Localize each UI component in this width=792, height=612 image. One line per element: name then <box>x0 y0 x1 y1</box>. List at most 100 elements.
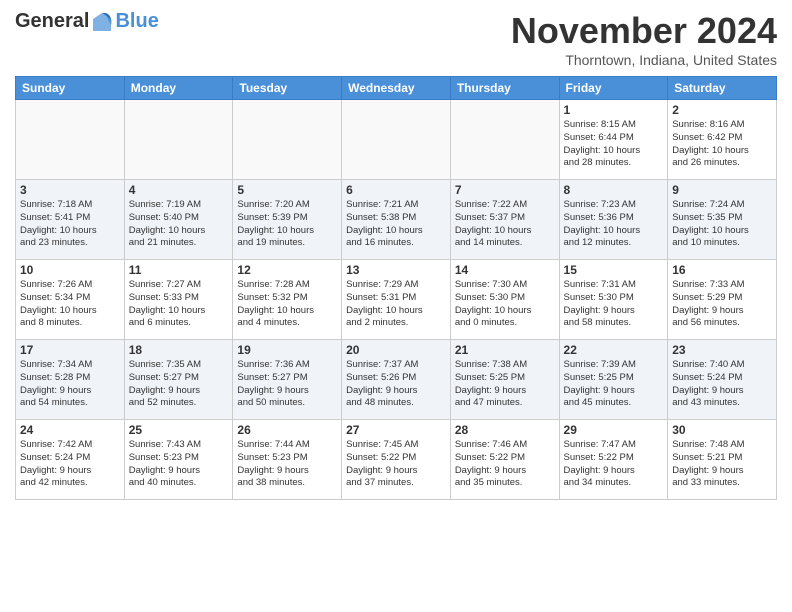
day-number: 21 <box>455 343 555 357</box>
calendar-day: 5Sunrise: 7:20 AM Sunset: 5:39 PM Daylig… <box>233 180 342 260</box>
day-info: Sunrise: 7:40 AM Sunset: 5:24 PM Dayligh… <box>672 359 772 410</box>
day-number: 11 <box>129 263 229 277</box>
calendar-header-row: SundayMondayTuesdayWednesdayThursdayFrid… <box>16 77 777 100</box>
day-info: Sunrise: 7:47 AM Sunset: 5:22 PM Dayligh… <box>564 439 664 490</box>
day-number: 1 <box>564 103 664 117</box>
weekday-header: Tuesday <box>233 77 342 100</box>
calendar-day: 22 Sunrise: 7:39 AM Sunset: 5:25 PM Dayli… <box>559 340 668 420</box>
calendar-day: 28 Sunrise: 7:46 AM Sunset: 5:22 PM Dayli… <box>450 420 559 500</box>
day-number: 3 <box>20 183 120 197</box>
month-title: November 2024 <box>511 10 777 52</box>
day-number: 10 <box>20 263 120 277</box>
weekday-header: Thursday <box>450 77 559 100</box>
day-number: 22 <box>564 343 664 357</box>
day-info: Sunrise: 7:28 AM Sunset: 5:32 PM Dayligh… <box>237 279 337 330</box>
day-number: 13 <box>346 263 446 277</box>
weekday-header: Sunday <box>16 77 125 100</box>
calendar-empty <box>342 100 451 180</box>
calendar-day: 23Sunrise: 7:40 AM Sunset: 5:24 PM Dayli… <box>668 340 777 420</box>
day-info: Sunrise: 7:39 AM Sunset: 5:25 PM Dayligh… <box>564 359 664 410</box>
logo-general: General <box>15 10 89 33</box>
day-number: 9 <box>672 183 772 197</box>
day-info: Sunrise: 7:26 AM Sunset: 5:34 PM Dayligh… <box>20 279 120 330</box>
weekday-header: Monday <box>124 77 233 100</box>
calendar-empty <box>124 100 233 180</box>
day-number: 7 <box>455 183 555 197</box>
calendar-week-row: 3 Sunrise: 7:18 AM Sunset: 5:41 PM Daylig… <box>16 180 777 260</box>
day-number: 24 <box>20 423 120 437</box>
logo-icon <box>91 11 113 33</box>
calendar-day: 24 Sunrise: 7:42 AM Sunset: 5:24 PM Dayli… <box>16 420 125 500</box>
calendar-day: 4 Sunrise: 7:19 AM Sunset: 5:40 PM Daylig… <box>124 180 233 260</box>
day-info: Sunrise: 7:29 AM Sunset: 5:31 PM Dayligh… <box>346 279 446 330</box>
location: Thorntown, Indiana, United States <box>511 52 777 68</box>
calendar-day: 7 Sunrise: 7:22 AM Sunset: 5:37 PM Daylig… <box>450 180 559 260</box>
logo-blue: Blue <box>115 10 158 33</box>
calendar-day: 26Sunrise: 7:44 AM Sunset: 5:23 PM Dayli… <box>233 420 342 500</box>
calendar-empty <box>233 100 342 180</box>
calendar-day: 10 Sunrise: 7:26 AM Sunset: 5:34 PM Dayli… <box>16 260 125 340</box>
day-number: 28 <box>455 423 555 437</box>
calendar-day: 30Sunrise: 7:48 AM Sunset: 5:21 PM Dayli… <box>668 420 777 500</box>
calendar-day: 13 Sunrise: 7:29 AM Sunset: 5:31 PM Dayli… <box>342 260 451 340</box>
day-info: Sunrise: 7:21 AM Sunset: 5:38 PM Dayligh… <box>346 199 446 250</box>
day-info: Sunrise: 7:30 AM Sunset: 5:30 PM Dayligh… <box>455 279 555 330</box>
calendar-day: 6 Sunrise: 7:21 AM Sunset: 5:38 PM Daylig… <box>342 180 451 260</box>
day-info: Sunrise: 7:35 AM Sunset: 5:27 PM Dayligh… <box>129 359 229 410</box>
calendar-day: 8 Sunrise: 7:23 AM Sunset: 5:36 PM Daylig… <box>559 180 668 260</box>
calendar-day: 17 Sunrise: 7:34 AM Sunset: 5:28 PM Dayli… <box>16 340 125 420</box>
day-info: Sunrise: 7:33 AM Sunset: 5:29 PM Dayligh… <box>672 279 772 330</box>
calendar-week-row: 24 Sunrise: 7:42 AM Sunset: 5:24 PM Dayli… <box>16 420 777 500</box>
page: General Blue November 2024 Thorntown, In… <box>0 0 792 612</box>
day-info: Sunrise: 7:18 AM Sunset: 5:41 PM Dayligh… <box>20 199 120 250</box>
day-info: Sunrise: 7:46 AM Sunset: 5:22 PM Dayligh… <box>455 439 555 490</box>
day-info: Sunrise: 7:22 AM Sunset: 5:37 PM Dayligh… <box>455 199 555 250</box>
calendar-week-row: 10 Sunrise: 7:26 AM Sunset: 5:34 PM Dayli… <box>16 260 777 340</box>
calendar-empty <box>16 100 125 180</box>
day-info: Sunrise: 8:15 AM Sunset: 6:44 PM Dayligh… <box>564 119 664 170</box>
day-info: Sunrise: 7:27 AM Sunset: 5:33 PM Dayligh… <box>129 279 229 330</box>
day-info: Sunrise: 7:45 AM Sunset: 5:22 PM Dayligh… <box>346 439 446 490</box>
day-number: 15 <box>564 263 664 277</box>
day-number: 8 <box>564 183 664 197</box>
day-info: Sunrise: 7:37 AM Sunset: 5:26 PM Dayligh… <box>346 359 446 410</box>
title-area: November 2024 Thorntown, Indiana, United… <box>511 10 777 68</box>
weekday-header: Wednesday <box>342 77 451 100</box>
day-info: Sunrise: 7:20 AM Sunset: 5:39 PM Dayligh… <box>237 199 337 250</box>
calendar-day: 21 Sunrise: 7:38 AM Sunset: 5:25 PM Dayli… <box>450 340 559 420</box>
day-number: 4 <box>129 183 229 197</box>
day-info: Sunrise: 7:42 AM Sunset: 5:24 PM Dayligh… <box>20 439 120 490</box>
day-number: 19 <box>237 343 337 357</box>
logo: General Blue <box>15 10 159 33</box>
calendar-day: 29 Sunrise: 7:47 AM Sunset: 5:22 PM Dayli… <box>559 420 668 500</box>
day-number: 29 <box>564 423 664 437</box>
weekday-header: Friday <box>559 77 668 100</box>
weekday-header: Saturday <box>668 77 777 100</box>
calendar-week-row: 17 Sunrise: 7:34 AM Sunset: 5:28 PM Dayli… <box>16 340 777 420</box>
day-number: 2 <box>672 103 772 117</box>
day-info: Sunrise: 7:19 AM Sunset: 5:40 PM Dayligh… <box>129 199 229 250</box>
day-number: 16 <box>672 263 772 277</box>
day-info: Sunrise: 7:38 AM Sunset: 5:25 PM Dayligh… <box>455 359 555 410</box>
calendar-day: 16 Sunrise: 7:33 AM Sunset: 5:29 PM Dayli… <box>668 260 777 340</box>
day-info: Sunrise: 8:16 AM Sunset: 6:42 PM Dayligh… <box>672 119 772 170</box>
day-number: 6 <box>346 183 446 197</box>
calendar-day: 15Sunrise: 7:31 AM Sunset: 5:30 PM Dayli… <box>559 260 668 340</box>
calendar-day: 20 Sunrise: 7:37 AM Sunset: 5:26 PM Dayli… <box>342 340 451 420</box>
day-number: 17 <box>20 343 120 357</box>
calendar-empty <box>450 100 559 180</box>
calendar-day: 19 Sunrise: 7:36 AM Sunset: 5:27 PM Dayli… <box>233 340 342 420</box>
day-info: Sunrise: 7:44 AM Sunset: 5:23 PM Dayligh… <box>237 439 337 490</box>
calendar-day: 25Sunrise: 7:43 AM Sunset: 5:23 PM Dayli… <box>124 420 233 500</box>
day-info: Sunrise: 7:23 AM Sunset: 5:36 PM Dayligh… <box>564 199 664 250</box>
day-info: Sunrise: 7:48 AM Sunset: 5:21 PM Dayligh… <box>672 439 772 490</box>
day-number: 20 <box>346 343 446 357</box>
calendar-day: 11 Sunrise: 7:27 AM Sunset: 5:33 PM Dayli… <box>124 260 233 340</box>
calendar-day: 12Sunrise: 7:28 AM Sunset: 5:32 PM Dayli… <box>233 260 342 340</box>
day-number: 27 <box>346 423 446 437</box>
calendar-day: 27 Sunrise: 7:45 AM Sunset: 5:22 PM Dayli… <box>342 420 451 500</box>
calendar-day: 1 Sunrise: 8:15 AM Sunset: 6:44 PM Daylig… <box>559 100 668 180</box>
day-info: Sunrise: 7:36 AM Sunset: 5:27 PM Dayligh… <box>237 359 337 410</box>
day-info: Sunrise: 7:34 AM Sunset: 5:28 PM Dayligh… <box>20 359 120 410</box>
day-number: 18 <box>129 343 229 357</box>
